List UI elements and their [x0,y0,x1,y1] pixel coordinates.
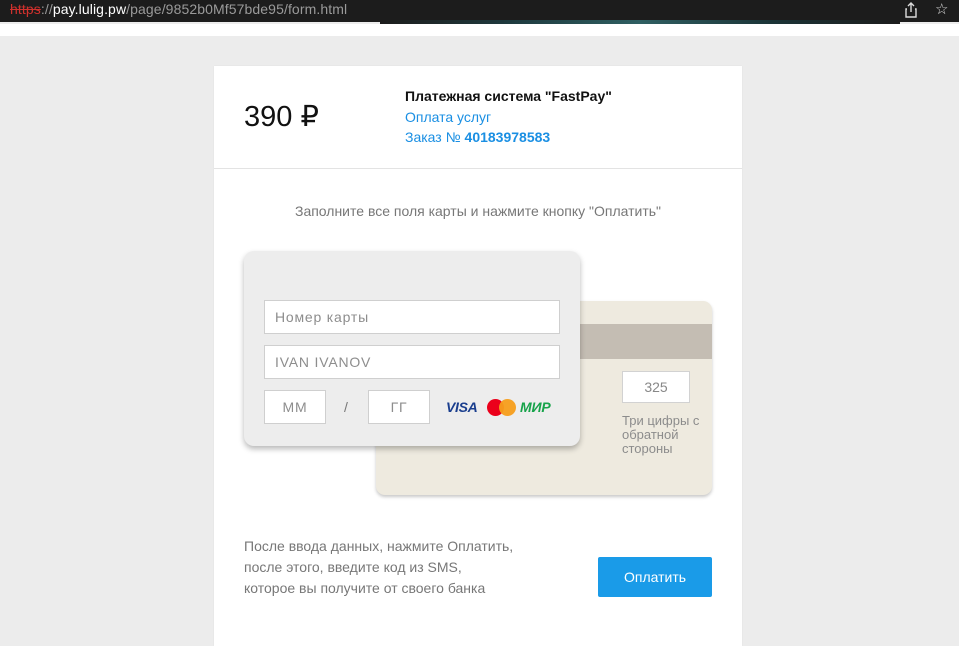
form-instructions: Заполните все поля карты и нажмите кнопк… [294,203,662,219]
visa-logo: VISA [446,399,478,415]
expiry-year-input[interactable]: ГГ [368,390,430,424]
service-link[interactable]: Оплата услуг [405,109,491,125]
card-brand-logos: VISA МИР [446,398,564,418]
cvv-input[interactable]: 325 [622,371,690,403]
share-icon[interactable] [904,2,918,21]
order-number: Заказ № 40183978583 [405,129,550,145]
payment-panel: 390 ₽ Платежная система "FastPay" Оплата… [214,66,742,646]
star-icon[interactable]: ☆ [935,2,948,18]
card-front: Номер карты IVAN IVANOV ММ / ГГ VISA МИР [244,251,580,446]
url-protocol: https [10,1,41,17]
card-number-input[interactable]: Номер карты [264,300,560,334]
mastercard-logo [487,399,517,416]
mir-logo: МИР [520,399,551,415]
url-path: /page/9852b0Mf57bde95/form.html [126,1,348,17]
sms-instructions: После ввода данных, нажмите Оплатить, по… [244,538,514,596]
browser-address-bar: https://pay.lulig.pw/page/9852b0Mf57bde9… [0,0,959,24]
expiry-month-input[interactable]: ММ [264,390,326,424]
cvv-hint: Три цифры с обратной стороны [622,413,700,456]
pay-button[interactable]: Оплатить [598,557,712,597]
expiry-separator: / [344,399,348,415]
cardholder-name-input[interactable]: IVAN IVANOV [264,345,560,379]
merchant-name: Платежная система "FastPay" [405,88,612,104]
url-separator: :// [40,1,53,17]
top-band [0,24,959,36]
url-field[interactable]: https://pay.lulig.pw/page/9852b0Mf57bde9… [10,1,347,17]
order-id: 40183978583 [464,129,551,145]
payment-amount: 390 ₽ [244,101,319,133]
order-prefix: Заказ № [405,129,465,145]
header-divider [214,168,742,169]
url-host: pay.lulig.pw [52,1,127,17]
